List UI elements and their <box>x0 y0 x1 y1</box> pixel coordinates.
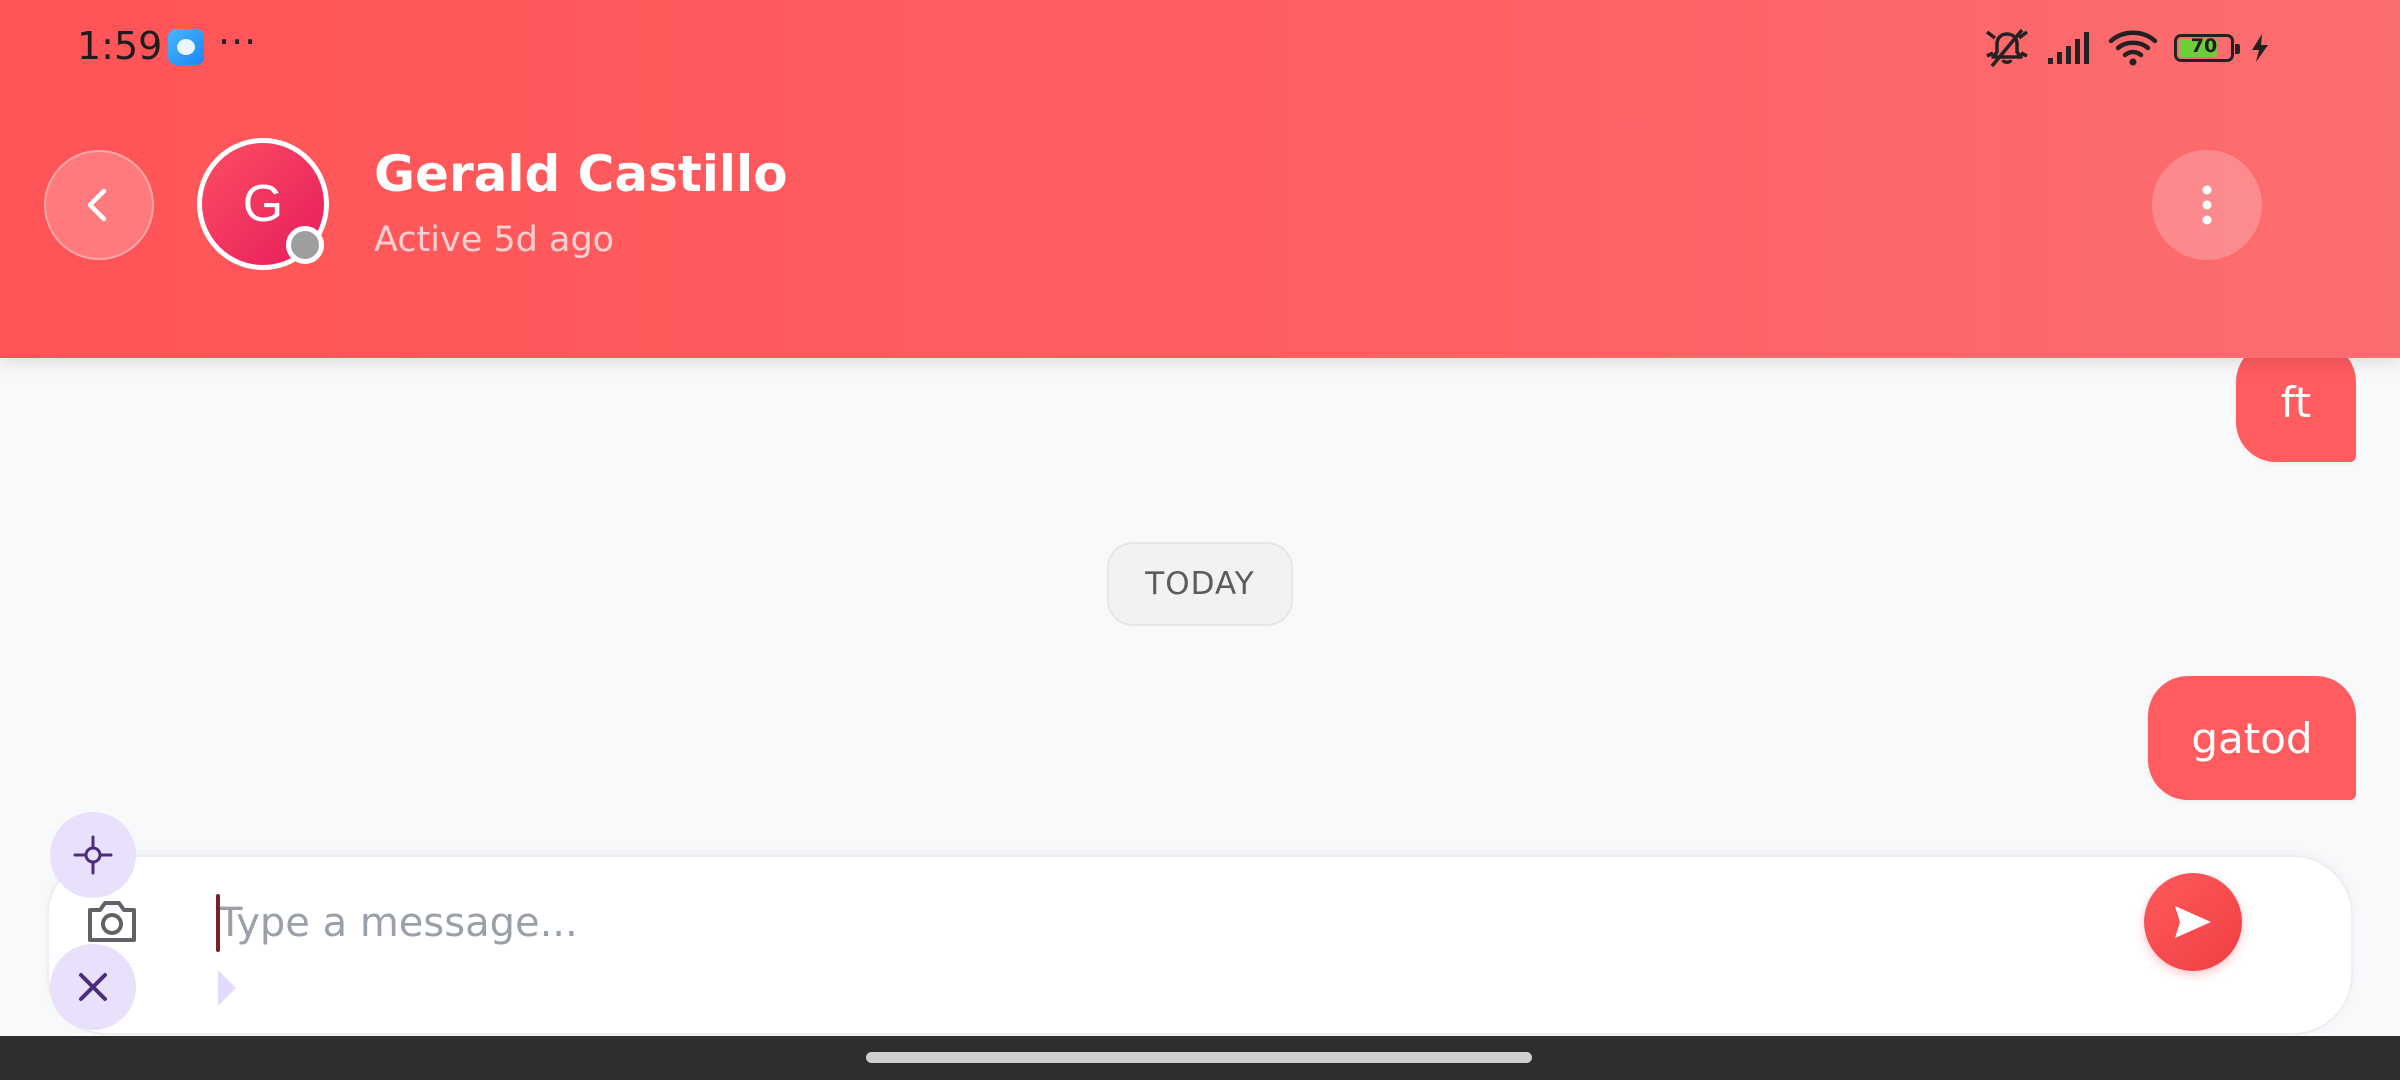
message-bubble-sent[interactable]: ft <box>2236 342 2356 462</box>
message-text: gatod <box>2191 713 2313 763</box>
presence-indicator <box>286 226 324 264</box>
signal-icon <box>2046 30 2092 66</box>
send-button[interactable] <box>2144 873 2242 971</box>
contact-status: Active 5d ago <box>374 220 615 260</box>
crosshair-icon <box>73 835 113 875</box>
status-bar: 1:59 ··· 70 <box>0 0 2400 95</box>
more-options-button[interactable] <box>2152 150 2262 260</box>
wifi-icon <box>2108 29 2158 67</box>
close-button[interactable] <box>50 944 136 1030</box>
status-icons: 70 <box>1984 26 2270 70</box>
date-separator: TODAY <box>1107 542 1293 626</box>
camera-button[interactable] <box>84 896 140 946</box>
message-text: ft <box>2280 377 2312 427</box>
muted-bell-icon <box>1984 28 2030 68</box>
camera-icon <box>88 901 136 942</box>
status-time: 1:59 <box>77 24 163 68</box>
more-vertical-icon <box>2202 185 2212 225</box>
back-button[interactable] <box>44 150 154 260</box>
home-indicator[interactable] <box>866 1052 1532 1063</box>
avatar-initial: G <box>242 175 284 233</box>
charging-icon <box>2250 33 2270 63</box>
send-icon <box>2175 906 2211 938</box>
status-more-icon: ··· <box>218 20 258 64</box>
message-input[interactable] <box>218 890 2098 956</box>
close-icon <box>79 973 107 1001</box>
message-bubble-sent[interactable]: gatod <box>2148 676 2356 800</box>
navigation-bar <box>0 1036 2400 1080</box>
battery-level: 70 <box>2190 35 2218 57</box>
back-arrow-icon <box>87 188 107 222</box>
contact-name[interactable]: Gerald Castillo <box>374 145 788 203</box>
text-cursor <box>216 894 220 952</box>
chat-header: 1:59 ··· 70 G Gerald Castillo Active 5d … <box>0 0 2400 358</box>
battery-icon: 70 <box>2174 34 2240 62</box>
app-icon <box>168 29 204 65</box>
crosshair-button[interactable] <box>50 812 136 898</box>
text-selection-handle[interactable] <box>218 970 236 1006</box>
